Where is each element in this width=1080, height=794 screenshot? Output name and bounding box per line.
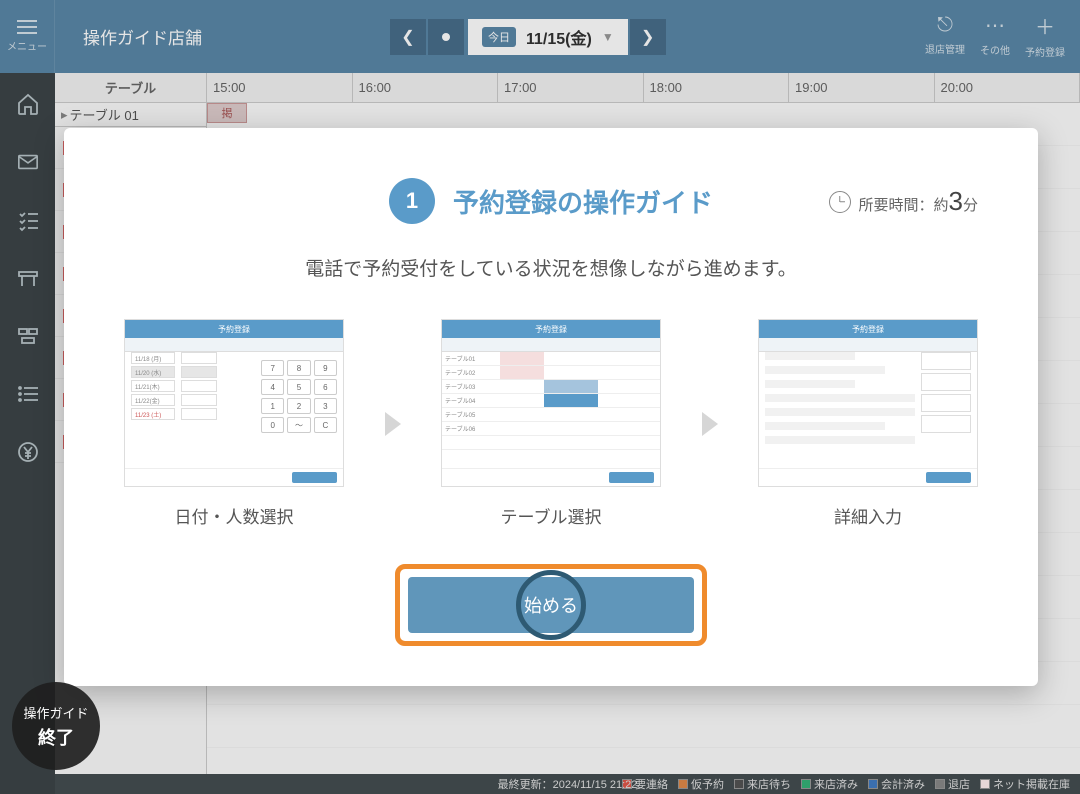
step-1-label: 日付・人数選択 xyxy=(175,503,294,528)
guide-exit-line2: 終了 xyxy=(38,724,74,750)
start-button[interactable]: 始める xyxy=(408,577,694,633)
step-3-label: 詳細入力 xyxy=(834,503,902,528)
start-highlight-frame: 始める xyxy=(395,564,707,646)
clock-icon xyxy=(829,191,851,213)
time-required: 所要時間：約3分 xyxy=(829,186,979,217)
legend-swatch xyxy=(678,779,688,789)
start-button-label: 始める xyxy=(524,592,578,618)
arrow-right-icon xyxy=(702,412,718,436)
guide-modal: 1 予約登録の操作ガイド 所要時間：約3分 電話で予約受付をしている状況を想像し… xyxy=(64,128,1038,686)
legend-swatch xyxy=(801,779,811,789)
step-number-badge: 1 xyxy=(389,178,435,224)
legend-item: 来店待ち xyxy=(734,776,791,792)
thumb-header: 予約登録 xyxy=(125,320,343,338)
thumb-keypad: 7 8 9 4 5 6 1 2 3 0 ～ C xyxy=(261,360,337,433)
step-3-thumbnail: 予約登録 xyxy=(758,319,978,487)
time-prefix: 所要時間：約 xyxy=(859,197,949,214)
legend-swatch xyxy=(935,779,945,789)
guide-step-3: 予約登録 詳細入力 xyxy=(758,319,978,528)
step-1-thumbnail: 予約登録 11/18 (月) 11/20 (水) 11/21(木) 11/22(… xyxy=(124,319,344,487)
thumb-date: 11/20 (水) xyxy=(131,366,175,378)
legend-item: ネット掲載在庫 xyxy=(980,776,1070,792)
modal-header: 1 予約登録の操作ガイド 所要時間：約3分 xyxy=(114,178,988,224)
modal-subtitle: 電話で予約受付をしている状況を想像しながら進めます。 xyxy=(114,254,988,281)
thumb-header: 予約登録 xyxy=(442,320,660,338)
start-button-container: 始める xyxy=(114,564,988,646)
modal-title: 予約登録の操作ガイド xyxy=(453,183,713,220)
time-value: 3 xyxy=(949,186,963,216)
arrow-right-icon xyxy=(385,412,401,436)
legend-item: 会計済み xyxy=(868,776,925,792)
status-bar: 最終更新：2024/11/15 21:22 要連絡 仮予約 来店待ち 来店済み … xyxy=(55,774,1080,794)
thumb-date: 11/22(金) xyxy=(131,394,175,406)
legend-item: 退店 xyxy=(935,776,970,792)
step-2-label: テーブル選択 xyxy=(501,503,602,528)
guide-step-1: 予約登録 11/18 (月) 11/20 (水) 11/21(木) 11/22(… xyxy=(124,319,344,528)
legend-item: 来店済み xyxy=(801,776,858,792)
thumb-header: 予約登録 xyxy=(759,320,977,338)
thumb-date: 11/23 (土) xyxy=(131,408,175,420)
time-suffix: 分 xyxy=(963,197,978,214)
legend-swatch xyxy=(734,779,744,789)
thumb-date: 11/18 (月) xyxy=(131,352,175,364)
guide-exit-line1: 操作ガイド xyxy=(23,703,88,722)
legend-swatch xyxy=(868,779,878,789)
guide-exit-button[interactable]: 操作ガイド 終了 xyxy=(12,682,100,770)
thumb-date: 11/21(木) xyxy=(131,380,175,392)
step-2-thumbnail: 予約登録 テーブル01 テーブル02 テーブル03 テーブル04 テーブル05 … xyxy=(441,319,661,487)
guide-step-2: 予約登録 テーブル01 テーブル02 テーブル03 テーブル04 テーブル05 … xyxy=(441,319,661,528)
legend-swatch xyxy=(980,779,990,789)
guide-steps: 予約登録 11/18 (月) 11/20 (水) 11/21(木) 11/22(… xyxy=(114,319,988,528)
last-updated: 最終更新：2024/11/15 21:22 xyxy=(498,776,638,792)
legend-item: 仮予約 xyxy=(678,776,724,792)
